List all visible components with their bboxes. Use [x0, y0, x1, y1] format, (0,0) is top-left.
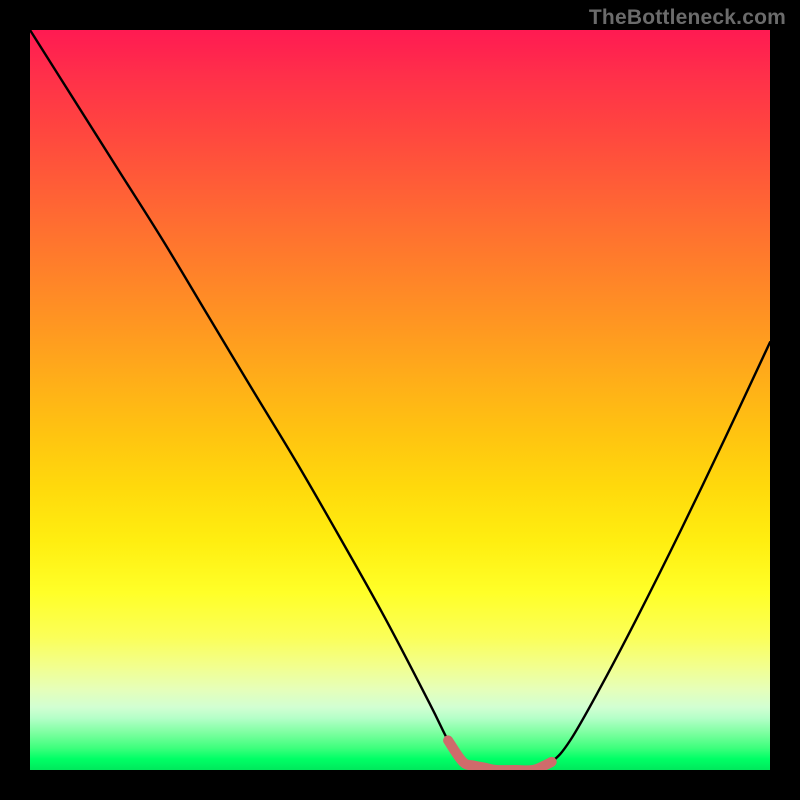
attribution-text: TheBottleneck.com — [589, 6, 786, 30]
optimal-segment — [448, 740, 552, 770]
chart-svg — [30, 30, 770, 770]
chart-container: TheBottleneck.com — [0, 0, 800, 800]
plot-area — [30, 30, 770, 770]
bottleneck-curve — [30, 30, 770, 770]
